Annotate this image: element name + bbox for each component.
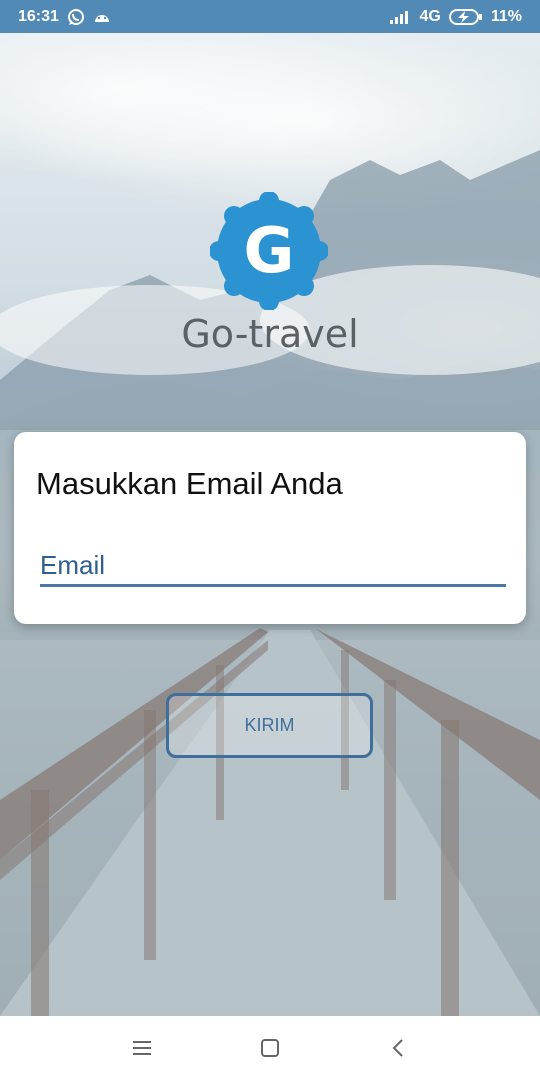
app-logo: G xyxy=(209,191,329,311)
back-icon[interactable] xyxy=(380,1030,416,1066)
menu-icon[interactable] xyxy=(124,1030,160,1066)
status-bar: 16:31 4G 11% xyxy=(0,0,540,33)
android-icon xyxy=(93,10,111,24)
app-name: Go-travel xyxy=(181,312,359,356)
email-field[interactable] xyxy=(40,547,506,587)
logo-letter: G xyxy=(244,214,295,287)
navigation-bar xyxy=(0,1016,540,1080)
email-card: Masukkan Email Anda xyxy=(14,432,526,624)
home-icon[interactable] xyxy=(252,1030,288,1066)
signal-icon xyxy=(389,10,412,24)
submit-button[interactable]: KIRIM xyxy=(166,693,373,758)
whatsapp-icon xyxy=(67,8,85,26)
battery-percent: 11% xyxy=(490,7,522,25)
card-title: Masukkan Email Anda xyxy=(36,466,343,501)
status-time: 16:31 xyxy=(18,7,59,25)
battery-charging-icon xyxy=(448,8,483,25)
network-type: 4G xyxy=(419,7,441,25)
